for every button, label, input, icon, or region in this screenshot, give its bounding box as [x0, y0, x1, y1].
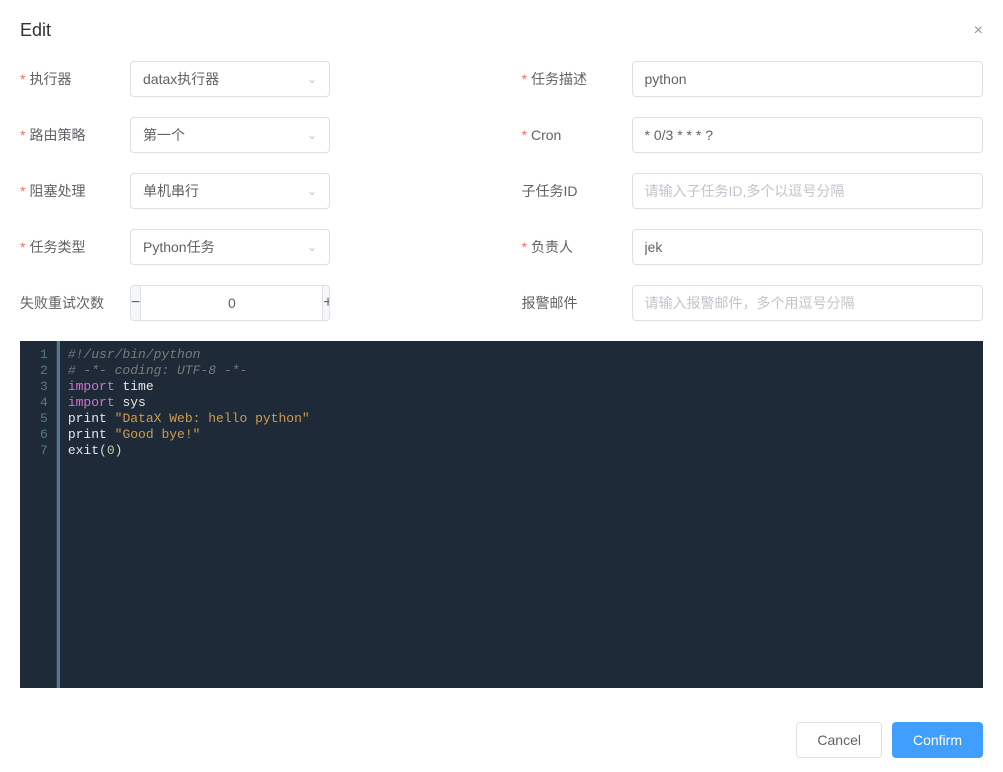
label-task-desc: 任务描述 — [522, 69, 632, 89]
row-block: 阻塞处理 单机串行 ⌄ — [20, 173, 502, 209]
task-type-select[interactable]: Python任务 ⌄ — [130, 229, 330, 265]
stepper-decrement-button[interactable]: − — [131, 286, 141, 320]
label-subtask: 子任务ID — [522, 181, 632, 201]
owner-input[interactable] — [632, 229, 984, 265]
label-retry: 失败重试次数 — [20, 293, 130, 313]
line-number: 3 — [40, 379, 48, 395]
row-owner: 负责人 — [502, 229, 984, 265]
dialog-title: Edit — [20, 20, 51, 41]
block-select[interactable]: 单机串行 ⌄ — [130, 173, 330, 209]
code-ident: time — [122, 379, 153, 394]
retry-stepper[interactable]: − + — [130, 285, 330, 321]
code-number: 0 — [107, 443, 115, 458]
owner-field[interactable] — [645, 239, 971, 255]
dialog-header: Edit × — [0, 0, 1003, 51]
stepper-increment-button[interactable]: + — [322, 286, 330, 320]
confirm-button[interactable]: Confirm — [892, 722, 983, 758]
row-task-desc: 任务描述 — [502, 61, 984, 97]
code-builtin: print — [68, 411, 107, 426]
alert-field[interactable] — [645, 295, 971, 311]
chevron-down-icon: ⌄ — [307, 72, 317, 86]
code-string: "DataX Web: hello python" — [115, 411, 310, 426]
code-content[interactable]: #!/usr/bin/python # -*- coding: UTF-8 -*… — [57, 341, 983, 688]
dialog-body: 执行器 datax执行器 ⌄ 任务描述 路由策略 — [0, 51, 1003, 708]
route-select[interactable]: 第一个 ⌄ — [130, 117, 330, 153]
close-icon[interactable]: × — [974, 22, 983, 40]
row-route: 路由策略 第一个 ⌄ — [20, 117, 502, 153]
alert-input[interactable] — [632, 285, 984, 321]
label-executor: 执行器 — [20, 69, 130, 89]
route-value: 第一个 — [143, 125, 185, 145]
code-editor[interactable]: 1 2 3 4 5 6 7 #!/usr/bin/python # -*- co… — [20, 341, 983, 688]
chevron-down-icon: ⌄ — [307, 128, 317, 142]
code-ident: sys — [122, 395, 145, 410]
code-string: "Good bye!" — [115, 427, 201, 442]
task-type-value: Python任务 — [143, 237, 215, 257]
code-comment: #!/usr/bin/python — [68, 347, 201, 362]
chevron-down-icon: ⌄ — [307, 184, 317, 198]
subtask-field[interactable] — [645, 183, 971, 199]
subtask-input[interactable] — [632, 173, 984, 209]
label-alert: 报警邮件 — [522, 293, 632, 313]
row-executor: 执行器 datax执行器 ⌄ — [20, 61, 502, 97]
executor-value: datax执行器 — [143, 69, 219, 89]
line-number: 1 — [40, 347, 48, 363]
line-number: 5 — [40, 411, 48, 427]
code-paren: ) — [115, 443, 123, 458]
row-cron: Cron — [502, 117, 984, 153]
edit-dialog: Edit × 执行器 datax执行器 ⌄ 任务描述 — [0, 0, 1003, 772]
line-gutter: 1 2 3 4 5 6 7 — [20, 341, 57, 688]
dialog-footer: Cancel Confirm — [0, 708, 1003, 772]
block-value: 单机串行 — [143, 181, 199, 201]
line-number: 4 — [40, 395, 48, 411]
label-route: 路由策略 — [20, 125, 130, 145]
code-keyword: import — [68, 379, 115, 394]
line-number: 7 — [40, 443, 48, 459]
task-desc-input[interactable] — [632, 61, 984, 97]
code-keyword: import — [68, 395, 115, 410]
retry-field[interactable] — [141, 286, 322, 320]
code-builtin: print — [68, 427, 107, 442]
line-number: 6 — [40, 427, 48, 443]
row-retry: 失败重试次数 − + — [20, 285, 502, 321]
form: 执行器 datax执行器 ⌄ 任务描述 路由策略 — [20, 61, 983, 321]
cancel-button[interactable]: Cancel — [796, 722, 882, 758]
code-comment: # -*- coding: UTF-8 -*- — [68, 363, 247, 378]
label-owner: 负责人 — [522, 237, 632, 257]
cron-field[interactable] — [645, 127, 971, 143]
label-task-type: 任务类型 — [20, 237, 130, 257]
line-number: 2 — [40, 363, 48, 379]
label-block: 阻塞处理 — [20, 181, 130, 201]
code-paren: ( — [99, 443, 107, 458]
row-task-type: 任务类型 Python任务 ⌄ — [20, 229, 502, 265]
executor-select[interactable]: datax执行器 ⌄ — [130, 61, 330, 97]
row-subtask: 子任务ID — [502, 173, 984, 209]
cron-input[interactable] — [632, 117, 984, 153]
code-builtin: exit — [68, 443, 99, 458]
label-cron: Cron — [522, 127, 632, 143]
chevron-down-icon: ⌄ — [307, 240, 317, 254]
task-desc-field[interactable] — [645, 71, 971, 87]
row-alert: 报警邮件 — [502, 285, 984, 321]
